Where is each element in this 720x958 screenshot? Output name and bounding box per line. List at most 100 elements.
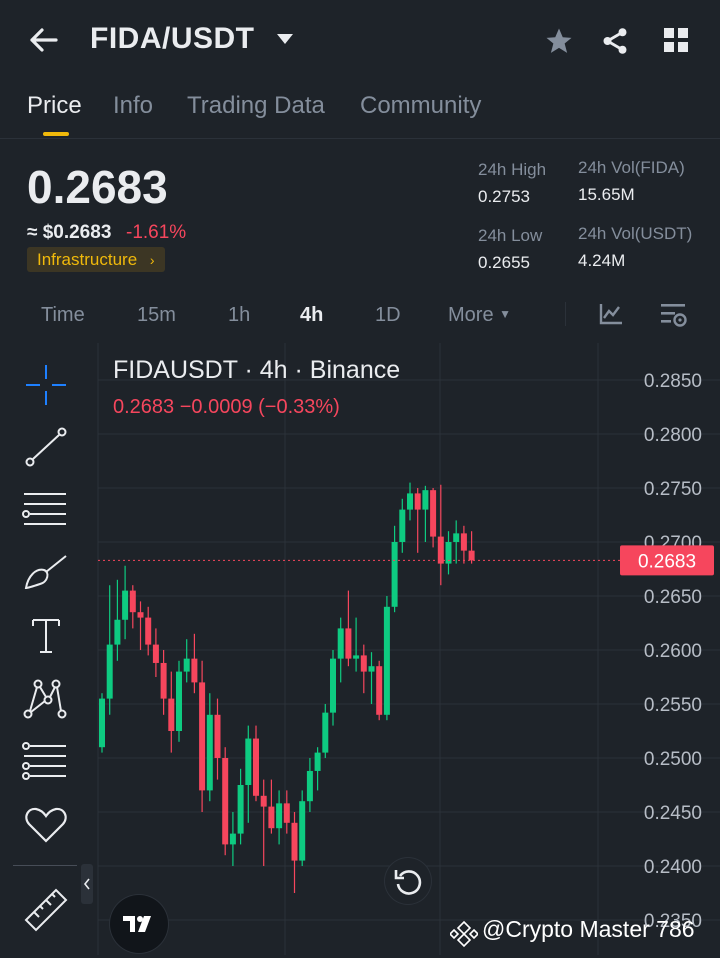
brush-icon[interactable] — [22, 554, 70, 592]
collapse-toolbar-icon[interactable] — [81, 864, 93, 904]
usd-price: ≈ $0.2683 — [27, 222, 112, 243]
y-axis-tick-label: 0.2850 — [644, 371, 702, 392]
binance-logo-icon — [450, 920, 478, 948]
candle-body — [314, 752, 321, 771]
category-tag[interactable]: Infrastructure › — [27, 247, 165, 272]
watermark: @Crypto Master 786 — [482, 916, 695, 942]
candle-body — [152, 644, 159, 663]
y-axis-tick-label: 0.2500 — [644, 749, 702, 770]
pair-title[interactable]: FIDA/USDT — [90, 22, 255, 56]
candle-body — [345, 628, 352, 659]
tab-info[interactable]: Info — [113, 92, 153, 120]
category-tag-label: Infrastructure — [37, 250, 138, 269]
arrow-left-icon[interactable] — [28, 26, 60, 54]
candle-body — [260, 795, 267, 807]
fib-lines-icon[interactable] — [22, 490, 68, 530]
caret-down-icon: ▼ — [499, 307, 512, 321]
candle-body — [206, 714, 213, 791]
candle-body — [437, 536, 444, 564]
candle-body — [145, 617, 152, 645]
candle-body — [353, 655, 360, 659]
candle-body — [468, 550, 475, 561]
candle-body — [383, 606, 390, 715]
star-icon[interactable] — [544, 26, 574, 56]
candle-body — [399, 509, 406, 542]
candle-body — [360, 655, 367, 672]
caret-down-icon[interactable] — [276, 32, 294, 46]
candle-body — [168, 698, 175, 731]
heart-icon[interactable] — [24, 806, 68, 844]
price-change: -1.61% — [126, 222, 187, 243]
reset-chart-button[interactable] — [385, 858, 431, 904]
candle-body — [268, 806, 275, 829]
indicator-icon[interactable] — [598, 302, 624, 326]
candle-body — [245, 738, 252, 785]
candle-body — [291, 822, 298, 861]
y-axis-tick-label: 0.2800 — [644, 425, 702, 446]
grid-icon[interactable] — [663, 27, 689, 53]
candle-body — [106, 644, 113, 699]
candle-body — [376, 666, 383, 715]
y-axis-tick-label: 0.2450 — [644, 803, 702, 824]
candle-body — [460, 533, 467, 551]
candle-body — [368, 666, 375, 672]
tab-community[interactable]: Community — [360, 92, 481, 120]
candle-body — [253, 738, 259, 796]
tab-trading-data[interactable]: Trading Data — [187, 92, 325, 120]
interval-more[interactable]: More ▼ — [448, 304, 511, 327]
chart-settings-icon[interactable] — [660, 302, 688, 328]
y-axis-tick-label: 0.2750 — [644, 479, 702, 500]
candle-body — [391, 542, 398, 607]
candle-body — [114, 619, 121, 645]
tab-price[interactable]: Price — [27, 92, 82, 120]
low-label: 24h Low — [478, 226, 543, 245]
interval-1d[interactable]: 1D — [375, 304, 401, 327]
interval-15m[interactable]: 15m — [137, 304, 176, 327]
y-axis-tick-label: 0.2650 — [644, 587, 702, 608]
vol-quote-label: 24h Vol(USDT) — [578, 224, 693, 243]
trend-line-icon[interactable] — [24, 426, 68, 468]
candle-body — [99, 698, 105, 748]
candle-body — [183, 658, 190, 672]
text-tool-icon[interactable] — [30, 616, 62, 654]
candle-body — [122, 590, 129, 620]
candle-body — [199, 682, 206, 791]
main-tabs: Price Info Trading Data Community — [0, 82, 720, 139]
candle-body — [191, 658, 198, 683]
candle-body — [160, 662, 167, 699]
vol-base-value: 15.65M — [578, 185, 635, 204]
high-label: 24h High — [478, 160, 547, 179]
tradingview-logo-icon — [123, 916, 151, 932]
tradingview-logo[interactable] — [110, 895, 168, 953]
y-axis-tick-label: 0.2550 — [644, 695, 702, 716]
candle-body — [222, 758, 229, 845]
ruler-icon[interactable] — [24, 888, 68, 932]
candle-body — [276, 803, 283, 829]
interval-more-label: More — [448, 304, 494, 326]
refresh-icon — [394, 870, 422, 895]
chart-title: FIDAUSDT · 4h · Binance — [113, 356, 401, 384]
candle-body — [129, 590, 136, 613]
candle-body — [422, 490, 429, 510]
candle-body — [306, 770, 313, 802]
candle-body — [453, 533, 460, 542]
crosshair-icon[interactable] — [24, 363, 68, 407]
chevron-right-icon: › — [149, 252, 155, 268]
candle-body — [214, 714, 221, 758]
interval-4h[interactable]: 4h — [300, 304, 323, 327]
interval-time[interactable]: Time — [41, 304, 85, 327]
toolbar-divider — [565, 302, 566, 326]
pattern-icon[interactable] — [22, 678, 68, 720]
candlestick-chart[interactable]: 0.28500.28000.27500.27000.26500.26000.25… — [0, 343, 720, 955]
share-icon[interactable] — [600, 26, 630, 56]
candle-body — [330, 658, 336, 713]
active-tab-indicator — [43, 132, 69, 136]
interval-1h[interactable]: 1h — [228, 304, 250, 327]
last-price: 0.2683 — [27, 161, 168, 213]
low-value: 0.2655 — [478, 253, 530, 272]
high-value: 0.2753 — [478, 187, 530, 206]
candle-body — [176, 671, 182, 731]
candle-body — [430, 490, 437, 537]
candle-body — [137, 612, 144, 618]
measure-lines-icon[interactable] — [22, 742, 68, 782]
